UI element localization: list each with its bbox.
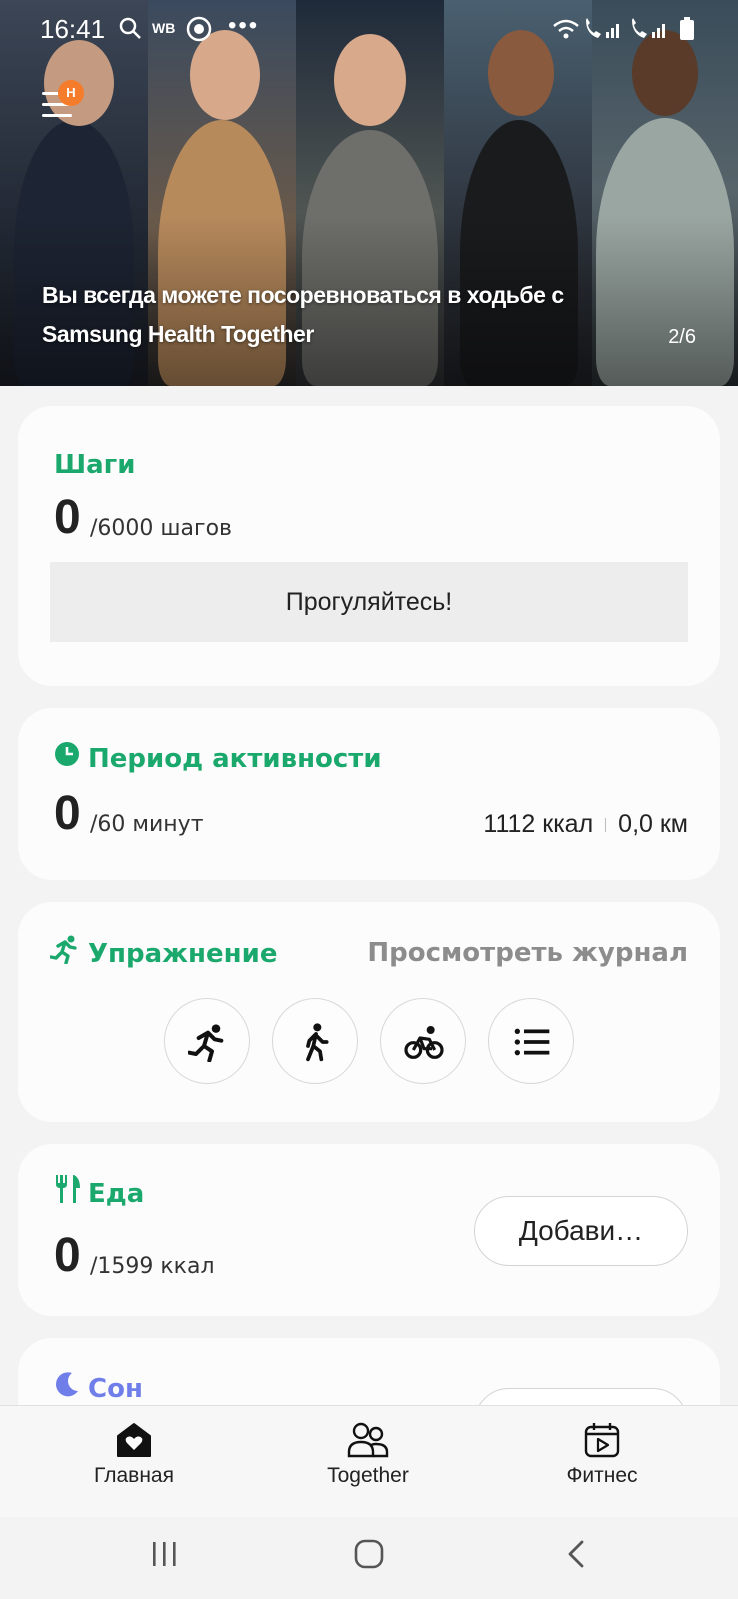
food-title: Еда: [54, 1175, 144, 1211]
clock-icon: [54, 741, 80, 774]
active-time-title: Период активности: [54, 741, 382, 774]
back-button[interactable]: [564, 1539, 588, 1573]
steps-goal: /6000 шагов: [90, 516, 232, 541]
system-navigation-bar: [0, 1517, 738, 1599]
active-time-goal: /60 минут: [90, 812, 204, 837]
walking-icon: [306, 1023, 329, 1062]
people-icon: [347, 1422, 389, 1458]
steps-value: 0: [54, 491, 81, 544]
nav-together-label: Together: [327, 1464, 409, 1487]
walking-button[interactable]: [272, 998, 358, 1084]
exercise-card[interactable]: Упражнение Просмотреть журнал: [18, 902, 720, 1122]
recent-apps-icon: [153, 1542, 176, 1566]
moon-icon: [54, 1371, 80, 1404]
running-button[interactable]: [164, 998, 250, 1084]
status-time: 16:41: [40, 14, 106, 44]
nav-fitness-label: Фитнес: [566, 1464, 638, 1487]
nav-fitness[interactable]: Фитнес: [512, 1420, 692, 1488]
distance-value: 0,0 км: [618, 810, 688, 838]
sleep-title: Сон: [54, 1371, 143, 1404]
list-icon: [514, 1028, 550, 1056]
food-value: 0: [54, 1229, 81, 1282]
fork-knife-icon: [54, 1174, 80, 1211]
status-bar: 16:41 WB •••: [0, 10, 738, 50]
more-dots-icon: •••: [228, 12, 260, 39]
active-stats: 1112 ккал 0,0 км: [483, 810, 688, 839]
walk-button[interactable]: Прогуляйтесь!: [50, 562, 688, 642]
steps-title: Шаги: [54, 450, 136, 480]
home-button[interactable]: [354, 1539, 384, 1573]
food-card[interactable]: Еда 0 /1599 ккал Добави…: [18, 1144, 720, 1316]
active-time-value: 0: [54, 787, 81, 840]
cycling-button[interactable]: [380, 998, 466, 1084]
food-goal: /1599 ккал: [90, 1254, 215, 1279]
page-indicator: 2/6: [668, 326, 696, 348]
fitness-calendar-icon: [584, 1423, 620, 1458]
home-icon: [354, 1539, 384, 1569]
back-icon: [568, 1540, 584, 1568]
vpn-icon: [186, 16, 212, 48]
exercise-title: Упражнение: [49, 935, 277, 971]
wb-icon: WB: [152, 20, 176, 36]
divider: [605, 818, 607, 833]
cycling-icon: [404, 1026, 444, 1059]
bottom-navigation: Главная Together Фитнес: [0, 1405, 738, 1517]
add-food-button[interactable]: Добави…: [474, 1196, 688, 1266]
hero-caption: Вы всегда можете посоревноваться в ходьб…: [42, 282, 564, 347]
steps-card[interactable]: Шаги 0 /6000 шагов Прогуляйтесь!: [18, 406, 720, 686]
more-exercises-button[interactable]: [488, 998, 574, 1084]
active-time-card[interactable]: Период активности 0 /60 минут 1112 ккал 0…: [18, 708, 720, 880]
notification-badge: H: [58, 80, 84, 106]
running-icon: [188, 1024, 224, 1062]
nav-home-label: Главная: [94, 1464, 174, 1487]
home-heart-icon: [117, 1423, 151, 1457]
recent-apps-button[interactable]: [150, 1539, 180, 1573]
search-icon: [118, 16, 142, 46]
nav-together[interactable]: Together: [278, 1420, 458, 1488]
status-right-icons: [552, 16, 702, 47]
nav-home[interactable]: Главная: [44, 1420, 224, 1488]
calories-value: 1112 ккал: [483, 810, 594, 838]
running-icon: [49, 934, 80, 971]
view-log-link[interactable]: Просмотреть журнал: [367, 938, 688, 968]
hero-banner[interactable]: 16:41 WB ••• H Вы всегда можете посоревн…: [0, 0, 738, 386]
